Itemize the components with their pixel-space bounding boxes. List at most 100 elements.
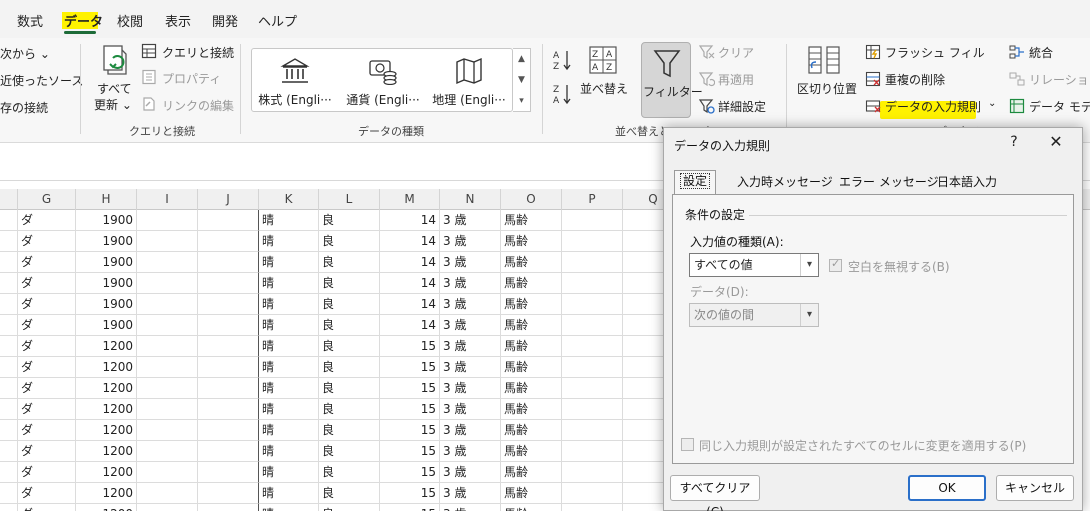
table-cell[interactable] (562, 294, 623, 315)
table-cell[interactable]: ダ (18, 315, 76, 336)
table-cell[interactable]: 馬齢 (501, 441, 562, 462)
table-cell[interactable]: 15 (380, 357, 440, 378)
table-cell[interactable]: 3 歳 (440, 273, 501, 294)
table-cell[interactable] (0, 399, 18, 420)
table-cell[interactable]: 馬齢 (501, 399, 562, 420)
gallery-expand-icon[interactable]: ▾ (513, 91, 530, 112)
table-cell[interactable]: ダ (18, 420, 76, 441)
table-cell[interactable]: 晴 (259, 504, 319, 511)
tab-formulas[interactable]: 数式 (17, 11, 43, 30)
table-cell[interactable]: 1200 (76, 378, 137, 399)
table-cell[interactable] (0, 294, 18, 315)
table-cell[interactable] (198, 462, 259, 483)
properties-button[interactable]: プロパティ (162, 70, 221, 87)
table-cell[interactable]: 良 (319, 231, 380, 252)
table-cell[interactable]: 晴 (259, 420, 319, 441)
table-cell[interactable]: 3 歳 (440, 420, 501, 441)
table-cell[interactable]: ダ (18, 273, 76, 294)
table-cell[interactable] (562, 399, 623, 420)
table-cell[interactable]: 晴 (259, 315, 319, 336)
table-cell[interactable]: ダ (18, 399, 76, 420)
sort-button[interactable]: 並べ替え (580, 80, 628, 97)
currencies-data-type[interactable]: 通貨 (Engli··· (340, 49, 426, 111)
table-cell[interactable]: 馬齢 (501, 336, 562, 357)
relationships-button[interactable]: リレーションシ (1029, 71, 1090, 88)
table-cell[interactable] (562, 462, 623, 483)
table-cell[interactable]: 良 (319, 378, 380, 399)
table-cell[interactable]: 良 (319, 357, 380, 378)
table-cell[interactable]: 14 (380, 294, 440, 315)
text-to-columns-button[interactable]: 区切り位置 (797, 80, 857, 97)
table-cell[interactable] (0, 420, 18, 441)
table-cell[interactable]: 3 歳 (440, 231, 501, 252)
table-cell[interactable] (0, 315, 18, 336)
table-cell[interactable]: 3 歳 (440, 210, 501, 231)
table-cell[interactable] (198, 252, 259, 273)
table-cell[interactable]: 1900 (76, 210, 137, 231)
remove-duplicates-button[interactable]: 重複の削除 (885, 71, 945, 88)
table-cell[interactable] (562, 336, 623, 357)
column-header-n[interactable]: N (440, 189, 501, 210)
table-cell[interactable] (198, 441, 259, 462)
flash-fill-button[interactable]: フラッシュ フィル (885, 44, 985, 61)
table-cell[interactable]: ダ (18, 210, 76, 231)
table-cell[interactable] (137, 441, 198, 462)
table-cell[interactable] (137, 420, 198, 441)
data-model-button[interactable]: データ モデル (1029, 98, 1090, 115)
table-cell[interactable]: 良 (319, 336, 380, 357)
table-cell[interactable]: 1900 (76, 294, 137, 315)
table-cell[interactable]: 1200 (76, 357, 137, 378)
table-cell[interactable] (137, 210, 198, 231)
table-cell[interactable]: 14 (380, 210, 440, 231)
table-cell[interactable]: 3 歳 (440, 483, 501, 504)
column-header-j[interactable]: J (198, 189, 259, 210)
column-header-g[interactable]: G (18, 189, 76, 210)
table-cell[interactable] (137, 315, 198, 336)
table-cell[interactable] (137, 252, 198, 273)
sort-descending-icon[interactable]: Z A (552, 82, 572, 106)
table-cell[interactable]: 馬齢 (501, 231, 562, 252)
tab-settings[interactable]: 設定 (674, 170, 717, 194)
help-icon[interactable]: ? (1004, 134, 1024, 150)
table-cell[interactable] (562, 483, 623, 504)
table-cell[interactable]: 14 (380, 315, 440, 336)
table-cell[interactable] (198, 504, 259, 511)
tab-ime-mode[interactable]: 日本語入力 (932, 172, 1002, 194)
table-cell[interactable]: ダ (18, 252, 76, 273)
table-cell[interactable]: 1200 (76, 441, 137, 462)
data-validation-button[interactable]: データの入力規則 (885, 98, 981, 115)
apply-all-checkbox[interactable] (681, 438, 694, 451)
table-cell[interactable] (0, 441, 18, 462)
table-cell[interactable] (0, 231, 18, 252)
table-cell[interactable] (137, 399, 198, 420)
table-cell[interactable] (137, 462, 198, 483)
tab-review[interactable]: 校閲 (117, 11, 143, 30)
table-cell[interactable] (562, 273, 623, 294)
table-cell[interactable]: 晴 (259, 231, 319, 252)
table-cell[interactable]: 15 (380, 462, 440, 483)
table-cell[interactable] (0, 336, 18, 357)
table-cell[interactable]: 良 (319, 210, 380, 231)
stocks-data-type[interactable]: 株式 (Engli··· (252, 49, 338, 111)
table-cell[interactable]: 1900 (76, 252, 137, 273)
table-cell[interactable] (198, 378, 259, 399)
table-cell[interactable]: 1900 (76, 273, 137, 294)
table-cell[interactable] (0, 483, 18, 504)
table-cell[interactable] (198, 210, 259, 231)
table-cell[interactable]: 晴 (259, 294, 319, 315)
table-cell[interactable] (0, 252, 18, 273)
column-header-h[interactable]: H (76, 189, 137, 210)
clear-button[interactable]: クリア (718, 44, 754, 61)
table-cell[interactable]: 3 歳 (440, 504, 501, 511)
table-cell[interactable]: 14 (380, 231, 440, 252)
table-cell[interactable]: 良 (319, 399, 380, 420)
tab-data[interactable]: データ (64, 11, 103, 30)
cancel-button[interactable]: キャンセル (996, 475, 1074, 501)
tab-input-message[interactable]: 入力時メッセージ (732, 172, 838, 194)
table-cell[interactable] (562, 357, 623, 378)
table-cell[interactable]: 3 歳 (440, 252, 501, 273)
table-cell[interactable]: ダ (18, 357, 76, 378)
table-cell[interactable]: ダ (18, 462, 76, 483)
table-cell[interactable]: 3 歳 (440, 357, 501, 378)
table-cell[interactable]: 馬齢 (501, 462, 562, 483)
